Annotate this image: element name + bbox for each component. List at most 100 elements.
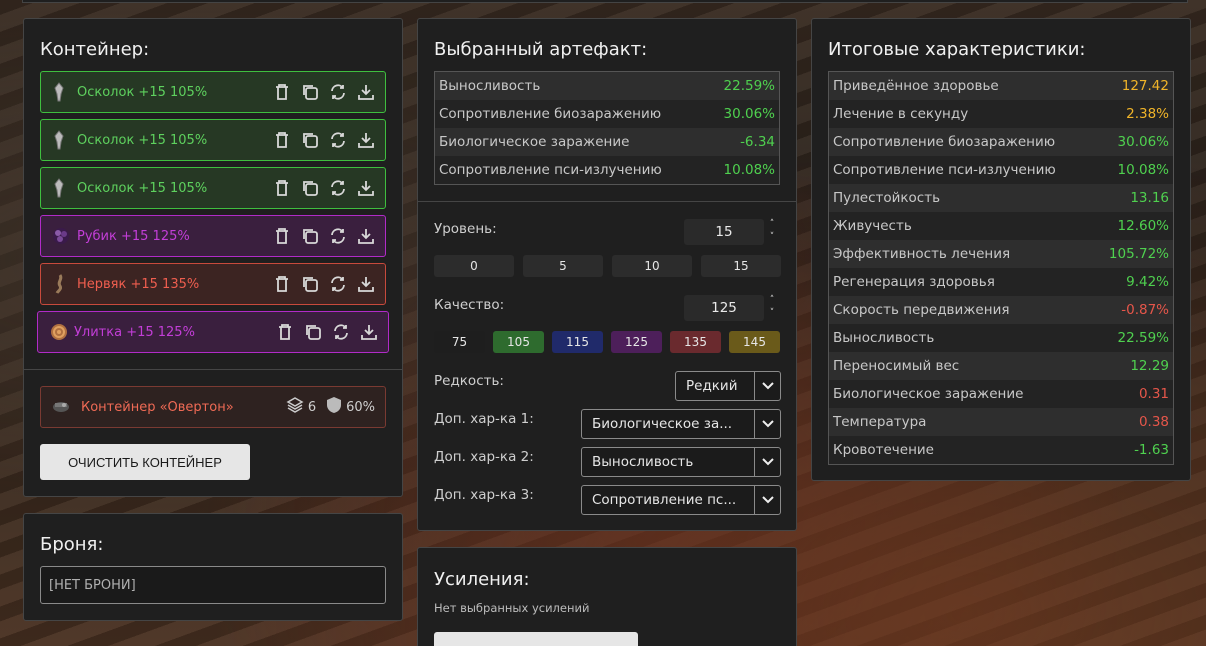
rarity-label: Редкость: [434, 373, 504, 389]
artifact-actions [276, 323, 378, 341]
copy-icon[interactable] [301, 131, 319, 149]
level-stepper[interactable]: ˄ ˅ [766, 218, 778, 246]
download-icon[interactable] [357, 179, 375, 197]
chevron-down-icon [754, 372, 780, 400]
quality-stepper[interactable]: ˄ ˅ [766, 294, 778, 322]
artifact-actions [273, 131, 375, 149]
trash-icon[interactable] [273, 83, 291, 101]
quality-preset-button[interactable]: 75 [434, 331, 485, 353]
stat-value: -6.34 [740, 134, 775, 150]
refresh-icon[interactable] [329, 131, 347, 149]
quality-preset-button[interactable]: 105 [493, 331, 544, 353]
protection-stat: 60% [326, 396, 375, 418]
copy-icon[interactable] [301, 275, 319, 293]
stat-value: 127.42 [1121, 78, 1169, 94]
stat-value: -1.63 [1134, 442, 1169, 458]
divider [418, 201, 796, 202]
artifact-row[interactable]: Улитка +15 125% [37, 311, 389, 353]
artifact-row[interactable]: Рубик +15 125% [40, 215, 386, 257]
stat-label: Кровотечение [833, 442, 934, 458]
stat-value: 12.29 [1130, 358, 1169, 374]
level-input[interactable]: 15 [684, 219, 764, 245]
stat-value: -0.87% [1121, 302, 1169, 318]
artifact-row[interactable]: Осколок +15 105% [40, 167, 386, 209]
quality-preset-button[interactable]: 125 [611, 331, 662, 353]
level-label: Уровень: [434, 221, 497, 237]
download-icon[interactable] [360, 323, 378, 341]
refresh-icon[interactable] [329, 227, 347, 245]
artifact-actions [273, 83, 375, 101]
extra3-select[interactable]: Сопротивление пс... [581, 485, 781, 515]
chevron-down-icon[interactable]: ˅ [766, 231, 778, 244]
container-title: Контейнер: [40, 39, 150, 60]
quality-preset-button[interactable]: 135 [670, 331, 721, 353]
artifact-row[interactable]: Осколок +15 105% [40, 119, 386, 161]
level-preset-button[interactable]: 10 [612, 255, 692, 277]
stat-label: Биологическое заражение [439, 134, 630, 150]
shard-icon [51, 130, 69, 150]
chevron-down-icon [754, 486, 780, 514]
artifact-row[interactable]: Осколок +15 105% [40, 71, 386, 113]
stat-value: 105.72% [1108, 246, 1169, 262]
trash-icon[interactable] [273, 275, 291, 293]
totals-title: Итоговые характеристики: [828, 39, 1086, 60]
refresh-icon[interactable] [329, 83, 347, 101]
stat-label: Сопротивление пси-излучению [439, 162, 662, 178]
quality-preset-button[interactable]: 115 [552, 331, 603, 353]
shard-icon [51, 178, 69, 198]
stat-row: Биологическое заражение 0.31 [829, 380, 1173, 408]
rarity-select[interactable]: Редкий [675, 371, 781, 401]
download-icon[interactable] [357, 227, 375, 245]
quality-input[interactable]: 125 [684, 295, 764, 321]
layers-icon [286, 396, 304, 418]
artifact-actions [273, 179, 375, 197]
stat-value: 22.59% [723, 78, 775, 94]
extra2-select[interactable]: Выносливость [581, 447, 781, 477]
shield-icon [326, 396, 342, 418]
top-strip [22, 0, 1188, 3]
trash-icon[interactable] [273, 179, 291, 197]
copy-icon[interactable] [304, 323, 322, 341]
chevron-down-icon[interactable]: ˅ [766, 307, 778, 320]
stat-value: 30.06% [1117, 134, 1169, 150]
stat-row: Кровотечение -1.63 [829, 436, 1173, 464]
extra1-select[interactable]: Биологическое за... [581, 409, 781, 439]
add-boost-button[interactable]: ДОБАВИТЬ УСИЛЕНИЕ [434, 632, 638, 646]
boosts-panel: Усиления: Нет выбранных усилений ДОБАВИТ… [417, 547, 797, 646]
stat-label: Скорость передвижения [833, 302, 1010, 318]
stat-label: Сопротивление биозаражению [439, 106, 662, 122]
artifact-name: Нервяк +15 135% [77, 276, 200, 292]
artifact-row[interactable]: Нервяк +15 135% [40, 263, 386, 305]
refresh-icon[interactable] [329, 179, 347, 197]
artifact-name: Осколок +15 105% [77, 180, 208, 196]
download-icon[interactable] [357, 131, 375, 149]
copy-icon[interactable] [301, 83, 319, 101]
extra2-label: Доп. хар-ка 2: [434, 449, 534, 465]
stat-row: Регенерация здоровья 9.42% [829, 268, 1173, 296]
armor-input[interactable]: [НЕТ БРОНИ] [40, 566, 386, 604]
stat-row: Скорость передвижения -0.87% [829, 296, 1173, 324]
download-icon[interactable] [357, 275, 375, 293]
refresh-icon[interactable] [332, 323, 350, 341]
divider [24, 369, 402, 370]
stat-value: 9.42% [1126, 274, 1169, 290]
quality-preset-button[interactable]: 145 [729, 331, 780, 353]
level-preset-button[interactable]: 15 [701, 255, 781, 277]
stat-value: 30.06% [723, 106, 775, 122]
stat-row: Температура 0.38 [829, 408, 1173, 436]
chevron-up-icon[interactable]: ˄ [766, 294, 778, 307]
refresh-icon[interactable] [329, 275, 347, 293]
container-info[interactable]: Контейнер «Овертон» 6 60% [40, 386, 386, 428]
trash-icon[interactable] [273, 227, 291, 245]
copy-icon[interactable] [301, 179, 319, 197]
level-preset-button[interactable]: 5 [523, 255, 603, 277]
stat-row: Биологическое заражение -6.34 [435, 128, 779, 156]
download-icon[interactable] [357, 83, 375, 101]
level-preset-button[interactable]: 0 [434, 255, 514, 277]
trash-icon[interactable] [273, 131, 291, 149]
trash-icon[interactable] [276, 323, 294, 341]
chevron-up-icon[interactable]: ˄ [766, 218, 778, 231]
slots-stat: 6 [286, 396, 316, 418]
copy-icon[interactable] [301, 227, 319, 245]
clear-container-button[interactable]: ОЧИСТИТЬ КОНТЕЙНЕР [40, 444, 250, 480]
